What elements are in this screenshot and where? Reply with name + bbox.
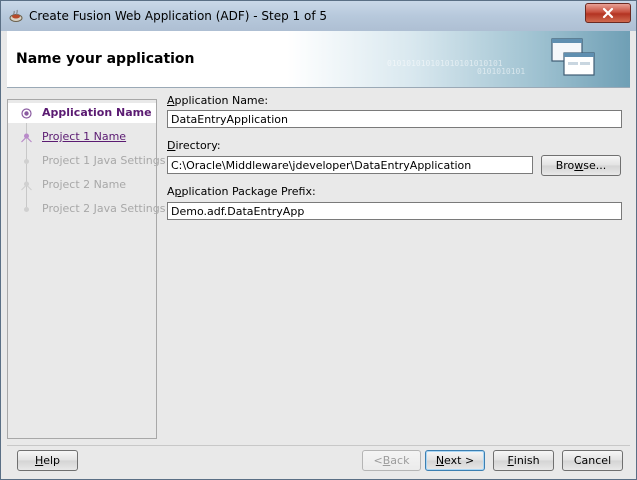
package-prefix-input[interactable] xyxy=(167,202,622,220)
label-text: A xyxy=(167,185,175,198)
application-name-input[interactable] xyxy=(167,110,622,128)
button-text: elp xyxy=(43,454,61,467)
back-button[interactable]: < Back xyxy=(362,450,421,471)
button-mnemonic: w xyxy=(574,159,584,172)
step-node-icon xyxy=(21,133,32,143)
button-text: ext > xyxy=(444,454,475,467)
button-text: inish xyxy=(513,454,540,467)
package-prefix-label: Application Package Prefix: xyxy=(167,185,316,198)
page-title: Name your application xyxy=(16,51,195,67)
button-mnemonic: N xyxy=(435,454,445,467)
next-button[interactable]: Next > xyxy=(425,450,485,471)
cancel-button[interactable]: Cancel xyxy=(562,450,623,471)
nav-step-project-2-java-settings[interactable]: Project 2 Java Settings xyxy=(8,199,165,219)
wizard-windows-icon xyxy=(551,38,595,76)
button-text: < xyxy=(373,454,383,467)
step-node-icon xyxy=(24,159,29,164)
label-mnemonic: A xyxy=(167,94,175,107)
nav-step-project-2-name[interactable]: Project 2 Name xyxy=(8,175,156,195)
finish-button[interactable]: Finish xyxy=(493,450,554,471)
nav-step-project-1-java-settings[interactable]: Project 1 Java Settings xyxy=(8,151,165,171)
current-step-icon xyxy=(21,108,32,119)
application-name-label: Application Name: xyxy=(167,94,268,107)
label-mnemonic: p xyxy=(174,185,182,198)
close-icon xyxy=(602,7,614,19)
banner-binary-text-2: 0101010101 xyxy=(477,67,526,76)
nav-step-project-1-name[interactable]: Project 1 Name xyxy=(8,127,156,147)
button-mnemonic: B xyxy=(382,454,391,467)
nav-step-label: Project 1 Java Settings xyxy=(42,154,166,167)
button-text: se... xyxy=(583,159,607,172)
footer-divider xyxy=(7,445,630,446)
wizard-header-banner: Name your application 010101010101010101… xyxy=(7,31,630,88)
nav-step-label: Project 2 Name xyxy=(42,178,127,191)
help-button[interactable]: Help xyxy=(17,450,78,471)
close-button[interactable] xyxy=(585,3,631,23)
label-text: pplication Name: xyxy=(174,94,269,107)
jdeveloper-cup-icon xyxy=(9,9,23,22)
label-text: irectory: xyxy=(175,139,221,152)
directory-label: Directory: xyxy=(167,139,221,152)
window-title: Create Fusion Web Application (ADF) - St… xyxy=(29,9,328,23)
wizard-window: Create Fusion Web Application (ADF) - St… xyxy=(0,0,637,480)
step-node-icon xyxy=(21,181,32,191)
wizard-steps-panel: Application Name Project 1 Name Project … xyxy=(7,99,165,439)
step-node-icon xyxy=(24,207,29,212)
title-bar[interactable]: Create Fusion Web Application (ADF) - St… xyxy=(1,1,636,31)
browse-button[interactable]: Bro w se... xyxy=(541,155,621,176)
nav-step-label: Application Name xyxy=(42,106,152,119)
nav-step-application-name[interactable]: Application Name xyxy=(8,103,156,123)
directory-input[interactable] xyxy=(167,156,533,174)
nav-step-label: Project 1 Name xyxy=(42,130,127,143)
button-text: ack xyxy=(390,454,410,467)
label-text: plication Package Prefix: xyxy=(181,185,316,198)
nav-step-label: Project 2 Java Settings xyxy=(42,202,166,215)
button-text: Bro xyxy=(555,159,575,172)
button-mnemonic: H xyxy=(34,454,44,467)
